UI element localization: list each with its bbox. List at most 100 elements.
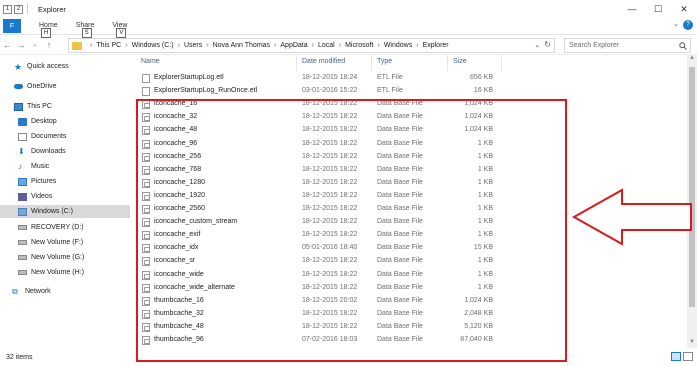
nav-videos[interactable]: Videos bbox=[0, 190, 130, 203]
refresh-icon[interactable]: ↻ bbox=[544, 40, 551, 49]
nav-quick-access[interactable]: ★ Quick access bbox=[0, 60, 130, 73]
help-icon[interactable]: ? bbox=[683, 20, 693, 30]
view-toggle bbox=[671, 352, 693, 361]
chevron-right-icon[interactable]: › bbox=[312, 42, 314, 49]
file-date: 03-01-2016 15:22 bbox=[302, 87, 358, 95]
scroll-down-icon[interactable]: ▼ bbox=[687, 339, 697, 348]
cloud-icon bbox=[14, 84, 23, 89]
scroll-up-icon[interactable]: ▲ bbox=[687, 55, 697, 64]
breadcrumb-microsoft[interactable]: Microsoft bbox=[345, 42, 373, 49]
separator bbox=[27, 4, 28, 14]
expand-ribbon-button[interactable]: ⌄ bbox=[673, 20, 679, 30]
chevron-right-icon[interactable]: › bbox=[90, 42, 92, 49]
large-icons-view-icon[interactable] bbox=[683, 352, 693, 361]
sort-caret-icon: ⌃ bbox=[216, 55, 222, 60]
breadcrumb-appdata[interactable]: AppData bbox=[280, 42, 307, 49]
chevron-right-icon[interactable]: › bbox=[178, 42, 180, 49]
tab-home[interactable]: Home H bbox=[39, 20, 58, 38]
close-button[interactable]: ✕ bbox=[671, 0, 697, 18]
chevron-down-icon[interactable]: ⌄ bbox=[534, 41, 540, 49]
tab-share[interactable]: Share S bbox=[76, 20, 94, 38]
column-divider[interactable] bbox=[296, 55, 297, 71]
search-icon bbox=[679, 41, 687, 50]
ribbon-tabs: F Home H Share S View V ⌄ ? bbox=[0, 18, 697, 38]
search-placeholder: Search Explorer bbox=[569, 42, 620, 49]
desktop-icon bbox=[18, 117, 27, 126]
chevron-right-icon[interactable]: › bbox=[274, 42, 276, 49]
column-divider[interactable] bbox=[371, 55, 372, 71]
nav-label: Documents bbox=[31, 133, 67, 140]
minimize-button[interactable]: — bbox=[619, 0, 645, 18]
documents-icon bbox=[18, 132, 27, 141]
nav-label: Quick access bbox=[27, 63, 69, 70]
network-icon: ⧉ bbox=[12, 286, 18, 296]
file-date: 18-12-2015 18:24 bbox=[302, 74, 358, 81]
breadcrumb-user[interactable]: Nova Ann Thomas bbox=[213, 42, 270, 49]
breadcrumb-explorer[interactable]: Explorer bbox=[423, 42, 449, 49]
nav-label: New Volume (G:) bbox=[31, 254, 85, 261]
nav-desktop[interactable]: Desktop bbox=[0, 115, 130, 128]
nav-downloads[interactable]: ⬇ Downloads bbox=[0, 145, 130, 158]
nav-label: New Volume (H:) bbox=[31, 269, 84, 276]
address-bar[interactable]: › This PC › Windows (C:) › Users › Nova … bbox=[68, 38, 555, 53]
search-input[interactable]: Search Explorer bbox=[564, 38, 691, 53]
column-header-type[interactable]: Type bbox=[377, 58, 392, 65]
file-name: ExplorerStartupLog_RunOnce.etl bbox=[154, 87, 258, 95]
nav-volume-f[interactable]: New Volume (F:) bbox=[0, 236, 130, 249]
nav-onedrive[interactable]: OneDrive bbox=[0, 80, 130, 93]
quick-access-keytip-2[interactable]: 2 bbox=[14, 4, 23, 14]
maximize-button[interactable]: ☐ bbox=[645, 0, 671, 18]
nav-windows-c[interactable]: Windows (C:) bbox=[0, 205, 130, 218]
breadcrumb-local[interactable]: Local bbox=[318, 42, 335, 49]
chevron-right-icon[interactable]: › bbox=[377, 42, 379, 49]
chevron-right-icon[interactable]: › bbox=[416, 42, 418, 49]
chevron-right-icon[interactable]: › bbox=[206, 42, 208, 49]
file-size: 16 KB bbox=[473, 87, 493, 95]
file-type: ETL File bbox=[377, 87, 403, 95]
column-divider[interactable] bbox=[501, 55, 502, 71]
column-header-date[interactable]: Date modified bbox=[302, 58, 345, 65]
ribbon-controls: ⌄ ? bbox=[673, 20, 693, 30]
quick-access-keytip-1[interactable]: 1 bbox=[3, 4, 12, 14]
nav-label: This PC bbox=[27, 103, 52, 110]
column-header-name[interactable]: Name bbox=[141, 58, 160, 65]
nav-recovery-d[interactable]: RECOVERY (D:) bbox=[0, 221, 130, 234]
window-title: Explorer bbox=[38, 4, 66, 14]
etl-file-icon bbox=[142, 74, 150, 83]
nav-label: Videos bbox=[31, 193, 53, 200]
details-view-icon[interactable] bbox=[671, 352, 681, 361]
windows-drive-icon bbox=[18, 207, 27, 216]
nav-label: Network bbox=[25, 288, 51, 295]
tab-view[interactable]: View V bbox=[112, 20, 127, 38]
nav-label: Downloads bbox=[31, 148, 66, 155]
breadcrumb-windows-c[interactable]: Windows (C:) bbox=[132, 42, 174, 49]
back-arrow-icon[interactable]: ← bbox=[0, 38, 14, 52]
tab-file[interactable]: F bbox=[3, 19, 21, 33]
up-arrow-icon[interactable]: ↑ bbox=[42, 38, 56, 52]
chevron-right-icon[interactable]: › bbox=[339, 42, 341, 49]
chevron-right-icon[interactable]: › bbox=[125, 42, 127, 49]
breadcrumb-users[interactable]: Users bbox=[184, 42, 202, 49]
recent-locations-icon[interactable]: ⌄ bbox=[28, 38, 42, 52]
nav-this-pc[interactable]: This PC bbox=[0, 100, 130, 113]
table-row[interactable]: ExplorerStartupLog_RunOnce.etl 03-01-2016… bbox=[136, 85, 686, 98]
nav-volume-h[interactable]: New Volume (H:) bbox=[0, 266, 130, 279]
pictures-icon bbox=[18, 177, 27, 186]
column-header-size[interactable]: Size bbox=[453, 58, 467, 65]
nav-documents[interactable]: Documents bbox=[0, 130, 130, 143]
breadcrumb-this-pc[interactable]: This PC bbox=[96, 42, 121, 49]
item-count: 32 items bbox=[6, 353, 33, 361]
nav-volume-g[interactable]: New Volume (G:) bbox=[0, 251, 130, 264]
nav-music[interactable]: ♪ Music bbox=[0, 160, 130, 173]
breadcrumb-windows[interactable]: Windows bbox=[384, 42, 412, 49]
nav-network[interactable]: ⧉ Network bbox=[0, 285, 130, 298]
table-row[interactable]: ExplorerStartupLog.etl 18-12-2015 18:24 ET… bbox=[136, 72, 686, 85]
column-divider[interactable] bbox=[447, 55, 448, 71]
forward-arrow-icon[interactable]: → bbox=[14, 38, 28, 52]
drive-icon bbox=[18, 255, 27, 260]
videos-icon bbox=[18, 192, 27, 201]
drive-icon bbox=[18, 240, 27, 245]
nav-pictures[interactable]: Pictures bbox=[0, 175, 130, 188]
nav-label: Windows (C:) bbox=[31, 208, 74, 215]
nav-label: Music bbox=[31, 163, 50, 170]
